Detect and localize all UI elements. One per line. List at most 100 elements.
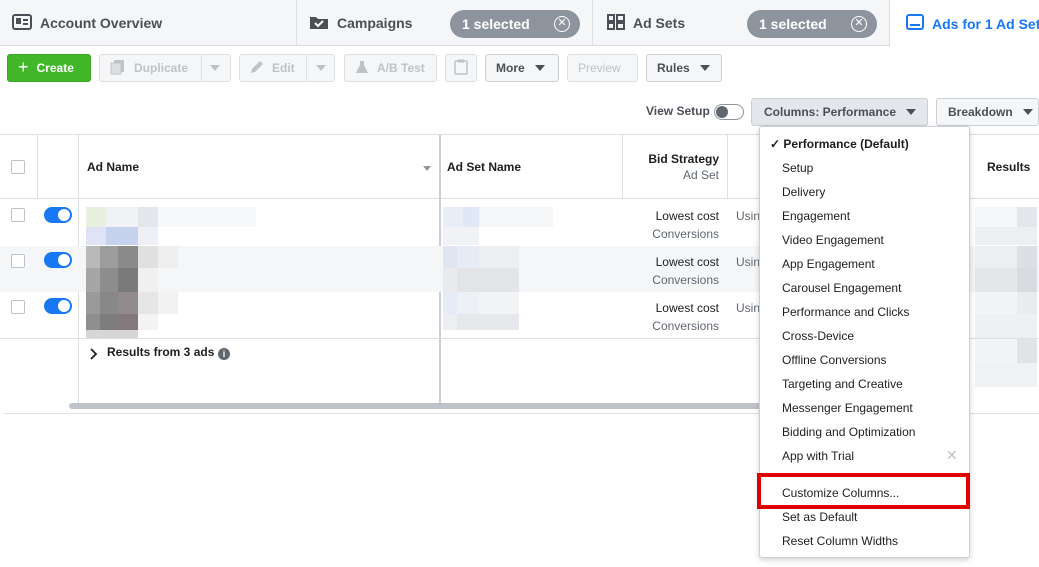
menu-item-set-as-default[interactable]: Set as Default [782,510,857,524]
duplicate-icon [110,59,126,78]
menu-item-engagement[interactable]: Engagement [782,209,850,223]
highlight-annotation-box [757,473,970,509]
remove-preset-icon[interactable]: ✕ [946,447,958,464]
header-ad-set-name[interactable]: Ad Set Name [447,160,521,174]
blurred-results [975,207,1037,245]
pill-label: 1 selected [462,16,530,32]
tab-label: Account Overview [40,15,163,31]
chevron-down-icon [534,65,545,71]
blurred-results [975,339,1037,387]
menu-item-performance-default[interactable]: ✓ Performance (Default) [770,137,909,151]
tab-label: Campaigns [337,15,413,31]
bid-strategy-value: Lowest cost [655,301,719,315]
rules-button[interactable]: Rules [646,54,722,82]
adsets-selected-pill[interactable]: 1 selected ✕ [747,10,877,38]
chevron-down-icon[interactable] [316,65,326,71]
breakdown-label: Breakdown [948,105,1013,119]
columns-button[interactable]: Columns: Performance [751,98,928,126]
edit-label: Edit [272,61,295,75]
sort-icon[interactable] [423,166,431,171]
select-all-checkbox[interactable] [11,160,25,174]
header-results[interactable]: Results [987,160,1030,174]
menu-item-offline-conversions[interactable]: Offline Conversions [782,353,887,367]
ad-status-toggle[interactable] [44,298,72,314]
blurred-ad-set-name [443,207,553,245]
view-setup-label: View Setup [646,104,710,118]
chevron-down-icon [1022,109,1033,115]
ad-status-toggle[interactable] [44,207,72,223]
ab-test-label: A/B Test [377,61,425,75]
edit-button[interactable]: Edit [239,54,335,82]
bid-strategy-type: Conversions [652,273,719,287]
row-checkbox[interactable] [11,300,25,314]
tab-label: Ad Sets [633,15,686,31]
row-checkbox[interactable] [11,254,25,268]
menu-item-carousel-engagement[interactable]: Carousel Engagement [782,281,901,295]
info-icon[interactable]: i [218,348,230,360]
menu-item-app-engagement[interactable]: App Engagement [782,257,875,271]
menu-item-reset-column-widths[interactable]: Reset Column Widths [782,534,898,548]
pill-label: 1 selected [759,16,827,32]
clipboard-button[interactable] [445,54,477,82]
menu-item-app-with-trial[interactable]: App with Trial [782,449,854,463]
create-button[interactable]: + Create [7,54,91,82]
header-ad-name[interactable]: Ad Name [87,160,139,174]
blurred-ad-set-name [443,246,553,292]
duplicate-label: Duplicate [134,61,189,75]
header-bid-strategy[interactable]: Bid Strategy [648,152,719,166]
menu-item-video-engagement[interactable]: Video Engagement [782,233,884,247]
ab-test-button[interactable]: A/B Test [344,54,437,82]
menu-item-messenger-engagement[interactable]: Messenger Engagement [782,401,913,415]
row-checkbox[interactable] [11,208,25,222]
results-summary-label: Results from 3 ads [107,345,215,359]
duplicate-button[interactable]: Duplicate [99,54,231,82]
campaigns-selected-pill[interactable]: 1 selected ✕ [450,10,580,38]
bid-strategy-type: Conversions [652,227,719,241]
blurred-ad-thumbnail [86,207,256,245]
menu-item-performance-and-clicks[interactable]: Performance and Clicks [782,305,909,319]
ad-icon [906,14,924,33]
clipboard-icon [454,59,468,78]
chevron-down-icon[interactable] [210,65,220,71]
divider [306,55,307,81]
pencil-icon [250,60,264,77]
menu-item-delivery[interactable]: Delivery [782,185,825,199]
tab-bar: Account Overview Campaigns 1 selected ✕ … [0,0,1039,47]
divider [201,55,202,81]
account-overview-icon [12,13,32,33]
menu-item-cross-device[interactable]: Cross-Device [782,329,854,343]
grid-icon [607,13,625,33]
blurred-ad-thumbnail [86,246,256,292]
menu-item-setup[interactable]: Setup [782,161,813,175]
menu-item-bidding-and-optimization[interactable]: Bidding and Optimization [782,425,915,439]
clear-selection-icon[interactable]: ✕ [851,16,867,32]
more-label: More [496,61,525,75]
header-bid-strategy-sub: Ad Set [682,168,719,182]
more-button[interactable]: More [485,54,559,82]
preview-button[interactable]: Preview [567,54,638,82]
clear-selection-icon[interactable]: ✕ [554,16,570,32]
bid-strategy-value: Lowest cost [655,209,719,223]
divider [37,135,38,199]
divider [727,135,728,199]
chevron-down-icon [699,65,710,71]
flask-icon [355,60,369,77]
horizontal-scrollbar[interactable] [69,403,769,409]
rules-label: Rules [657,61,690,75]
truncated-cell: Usin [736,209,761,223]
view-setup-toggle[interactable] [714,104,744,120]
blurred-ad-set-name [443,292,553,338]
preview-label: Preview [578,61,621,75]
tab-ads[interactable]: Ads for 1 Ad Set [889,0,1039,47]
folder-icon [309,14,329,33]
tab-account-overview[interactable]: Account Overview [12,0,162,46]
menu-item-label: Performance (Default) [783,137,909,151]
truncated-cell: Usin [736,301,761,315]
plus-icon: + [18,56,29,77]
chevron-right-icon[interactable] [90,348,98,363]
breakdown-button[interactable]: Breakdown [936,98,1039,126]
bid-strategy-type: Conversions [652,319,719,333]
bid-strategy-value: Lowest cost [655,255,719,269]
ad-status-toggle[interactable] [44,252,72,268]
menu-item-targeting-and-creative[interactable]: Targeting and Creative [782,377,903,391]
